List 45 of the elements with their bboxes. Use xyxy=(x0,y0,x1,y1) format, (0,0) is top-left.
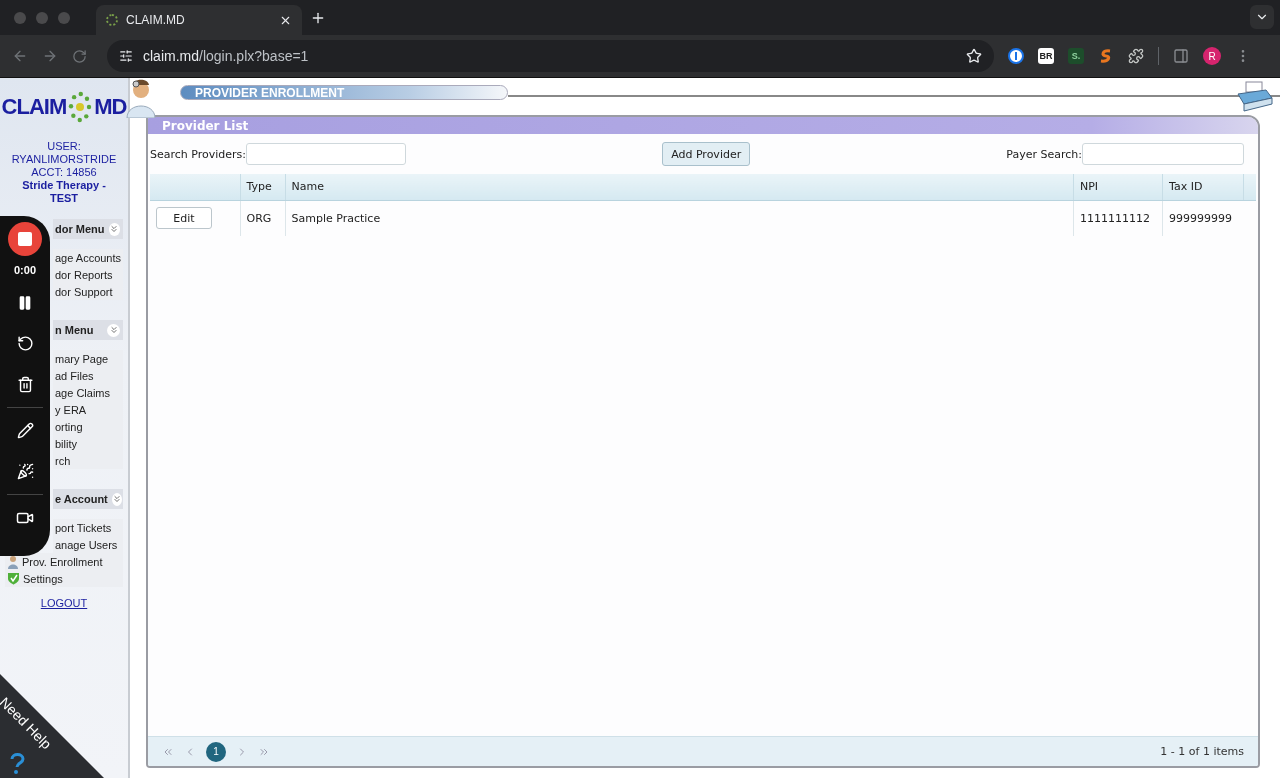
record-timer: 0:00 xyxy=(14,264,36,276)
search-label: Search Providers: xyxy=(150,147,246,161)
profile-avatar[interactable]: R xyxy=(1203,47,1221,65)
extension-icon[interactable]: S. xyxy=(1068,48,1084,64)
payer-search-label: Payer Search: xyxy=(1006,147,1082,161)
address-bar[interactable]: claim.md/login.plx?base=1 xyxy=(107,40,994,72)
table-cell: 1111111112 xyxy=(1073,200,1163,236)
menu-header[interactable]: e Account xyxy=(53,489,123,509)
menu-header[interactable]: dor Menu xyxy=(53,219,123,239)
browser-tab[interactable]: CLAIM.MD xyxy=(96,5,302,35)
edit-button[interactable]: Edit xyxy=(156,207,212,230)
page-number[interactable]: 1 xyxy=(206,741,226,762)
claim-md-logo[interactable]: CLAIM MD xyxy=(1,84,127,130)
menu-item[interactable]: Prov. Enrollment xyxy=(5,553,123,570)
table-cell: Sample Practice xyxy=(285,200,1074,236)
user-info: ACCT: 14856 xyxy=(31,166,97,179)
menu-item[interactable]: anage Users xyxy=(53,536,123,553)
menu-item[interactable]: bility xyxy=(53,435,123,452)
column-header[interactable]: Type xyxy=(240,174,285,200)
organization-name: Stride Therapy - TEST xyxy=(21,179,107,205)
column-header[interactable]: Name xyxy=(285,174,1074,200)
menu-header[interactable]: n Menu xyxy=(53,320,123,340)
menu-item[interactable]: y ERA xyxy=(53,401,123,418)
column-header[interactable]: NPI xyxy=(1073,174,1163,200)
add-provider-button[interactable]: Add Provider xyxy=(662,142,751,166)
page-heading: PROVIDER ENROLLMENT xyxy=(180,85,508,100)
table-cell: 999999999 xyxy=(1162,200,1244,236)
url-text: claim.md/login.plx?base=1 xyxy=(143,48,310,64)
table-cell: ORG xyxy=(240,200,285,236)
user-info: USER: xyxy=(47,140,81,153)
pager-summary: 1 - 1 of 1 items xyxy=(1160,745,1244,758)
column-header[interactable]: Tax ID xyxy=(1162,174,1244,200)
menu-item[interactable]: mary Page xyxy=(53,350,123,367)
menu-item[interactable]: age Claims xyxy=(53,384,123,401)
menu-item[interactable]: port Tickets xyxy=(53,519,123,536)
panel-title: Provider List xyxy=(148,117,1258,134)
menu-item[interactable]: orting xyxy=(53,418,123,435)
logout-link[interactable]: LOGOUT xyxy=(40,597,88,609)
menu-item[interactable]: ad Files xyxy=(53,367,123,384)
user-info: RYANLIMORSTRIDE xyxy=(11,153,117,166)
menu-item[interactable]: Settings xyxy=(5,570,123,587)
extension-icon[interactable]: BR xyxy=(1038,48,1054,64)
tab-title: CLAIM.MD xyxy=(126,13,186,27)
menu-item[interactable]: age Accounts xyxy=(53,249,123,266)
menu-item[interactable]: rch xyxy=(53,452,123,469)
